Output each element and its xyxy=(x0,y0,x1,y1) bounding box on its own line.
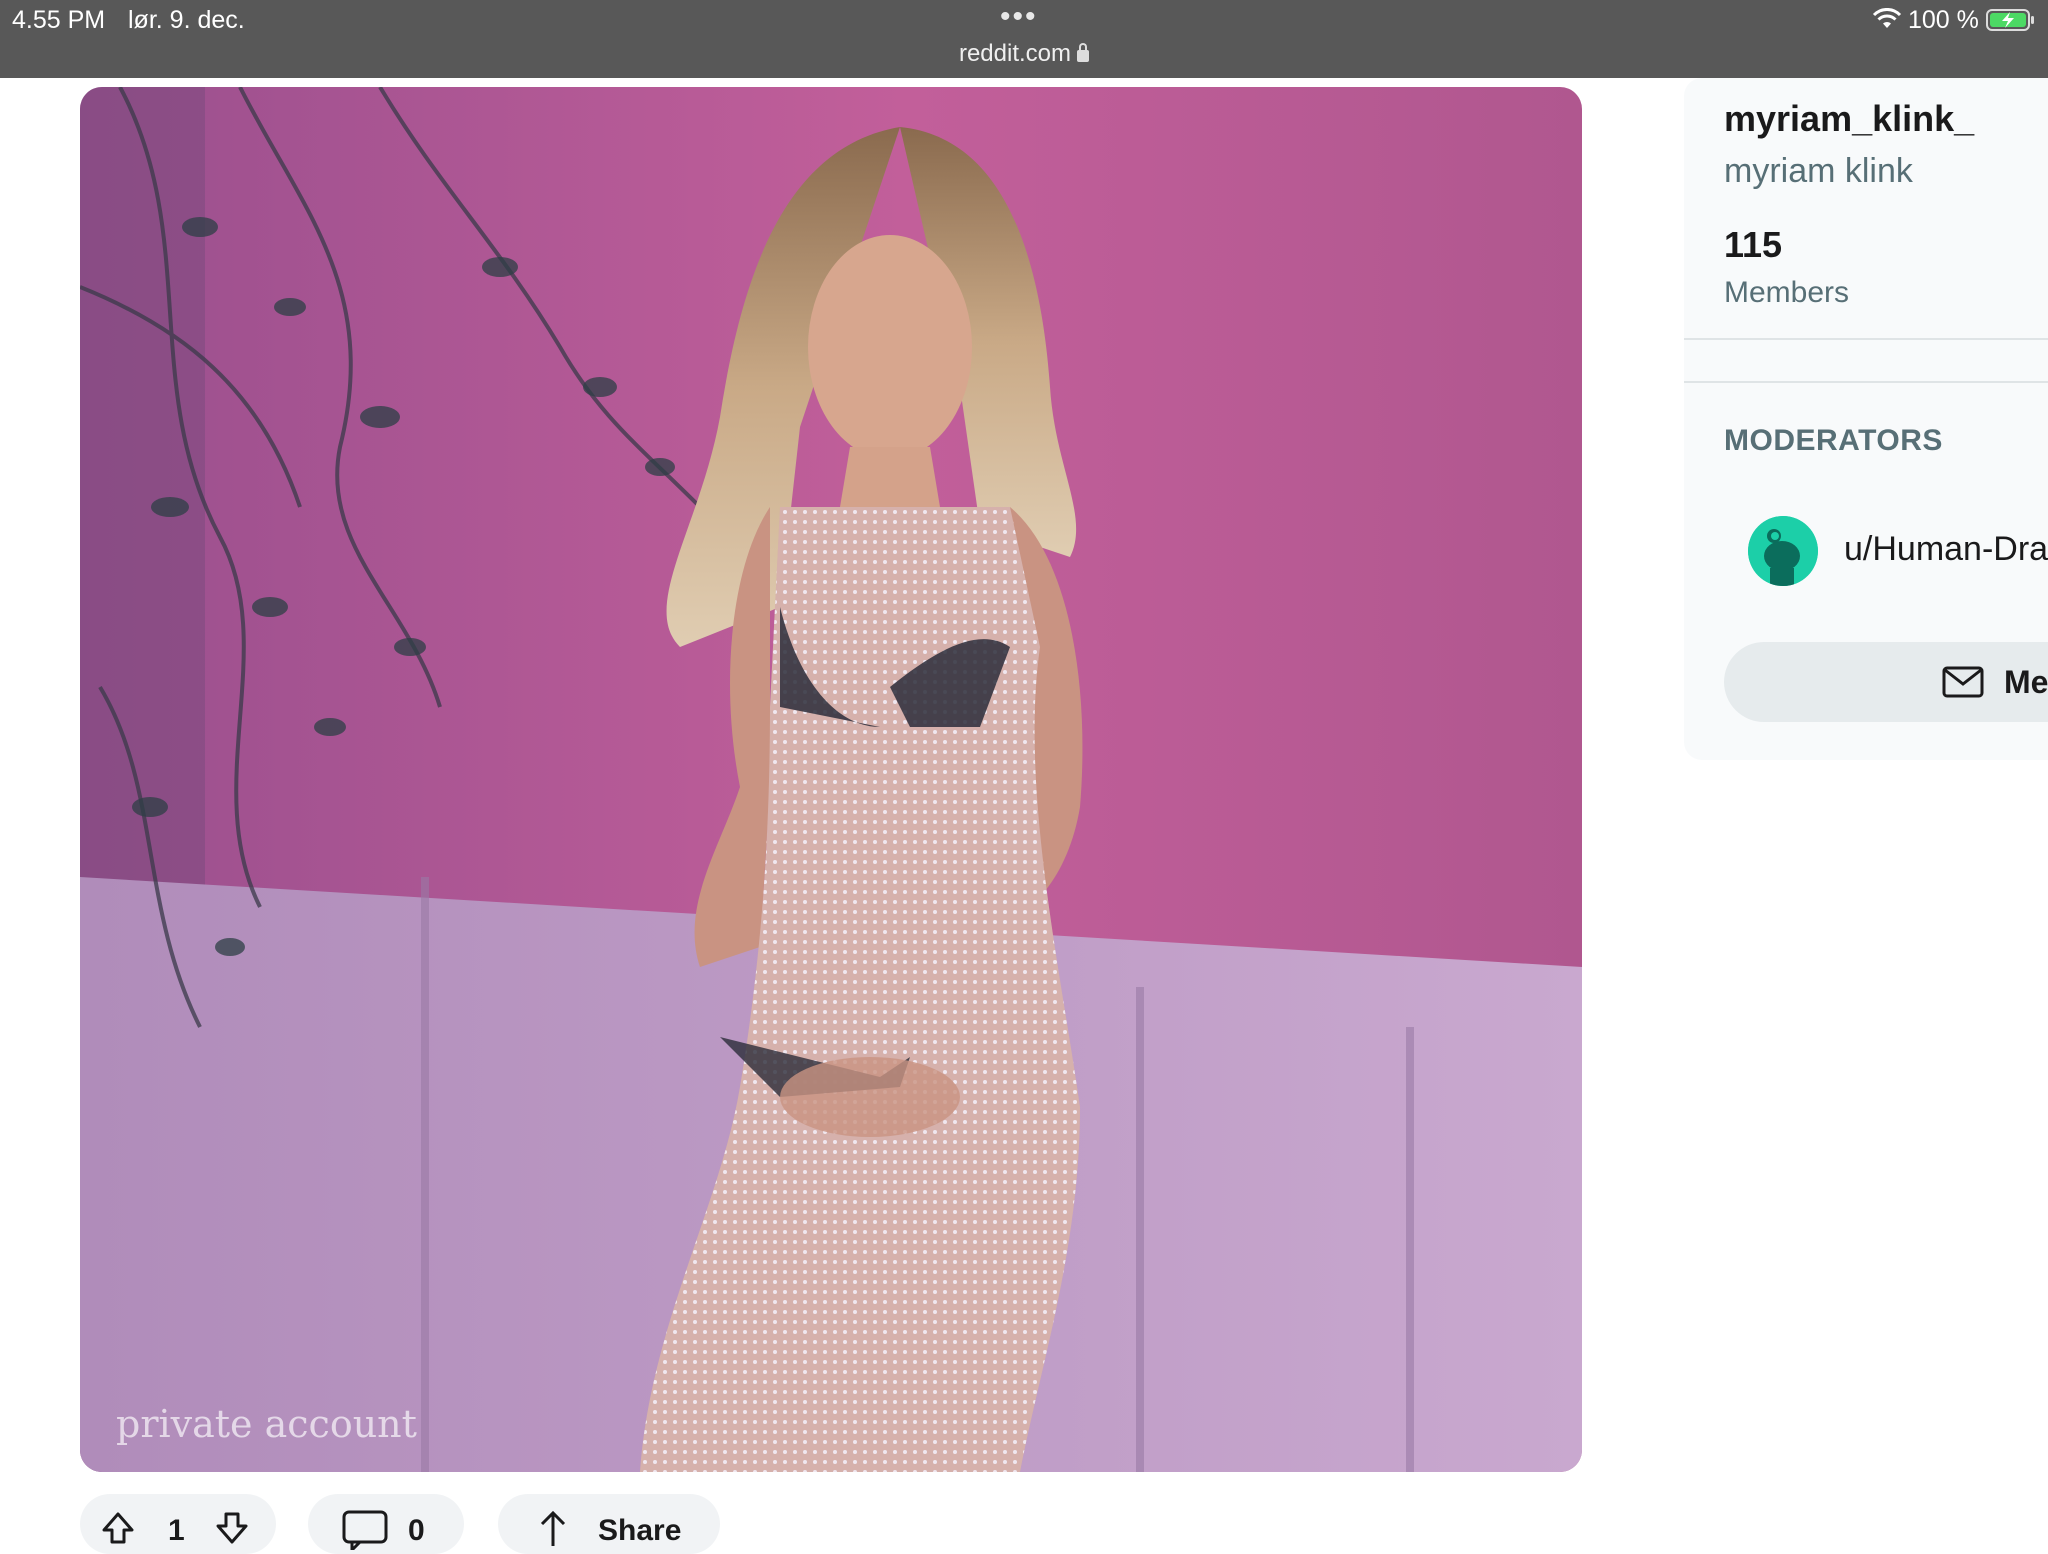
lock-icon xyxy=(1077,43,1090,62)
moderator-avatar[interactable] xyxy=(1748,516,1818,586)
downvote-icon[interactable] xyxy=(214,1510,250,1546)
post-photo xyxy=(80,87,1582,1472)
share-label: Share xyxy=(598,1514,682,1547)
upvote-icon[interactable] xyxy=(100,1510,136,1546)
comments-button[interactable]: 0 xyxy=(308,1494,464,1554)
address-bar-url: reddit.com xyxy=(958,40,1072,67)
mail-icon xyxy=(1942,666,1984,698)
vote-pill: 1 xyxy=(80,1494,276,1554)
moderators-heading: MODERATORS xyxy=(1724,424,1943,457)
member-count: 115 xyxy=(1724,224,1783,265)
share-icon xyxy=(540,1510,566,1546)
battery-percent: 100 % xyxy=(1908,6,1979,34)
multitasking-dots-icon[interactable]: ••• xyxy=(1000,0,1038,34)
community-title: myriam klink xyxy=(1724,152,1913,190)
status-time: 4.55 PM xyxy=(12,6,106,34)
status-date: lør. 9. dec. xyxy=(128,6,245,34)
message-mods-label: Me xyxy=(2004,664,2048,700)
divider xyxy=(1684,338,2048,340)
battery-charging-icon xyxy=(1986,9,2034,31)
watermark-text: private account xyxy=(116,1402,417,1446)
moderator-username[interactable]: u/Human-Dra xyxy=(1844,530,2048,569)
community-sidebar: myriam_klink_ myriam klink 115 Members M… xyxy=(1684,78,2048,760)
share-button[interactable]: Share xyxy=(498,1494,720,1554)
message-mods-button[interactable]: Me xyxy=(1724,642,2048,722)
vote-count: 1 xyxy=(168,1514,185,1547)
snoo-avatar-icon xyxy=(1748,516,1818,586)
status-bar: 4.55 PM lør. 9. dec. ••• reddit.com 100 … xyxy=(0,0,2048,78)
comment-count: 0 xyxy=(408,1514,425,1547)
community-name[interactable]: myriam_klink_ xyxy=(1724,98,1974,140)
post-image[interactable]: private account xyxy=(80,87,1582,1472)
wifi-icon xyxy=(1872,8,1902,28)
address-bar[interactable]: reddit.com xyxy=(0,40,2048,68)
comment-icon xyxy=(342,1510,388,1550)
member-label: Members xyxy=(1724,276,1850,309)
divider xyxy=(1684,381,2048,383)
